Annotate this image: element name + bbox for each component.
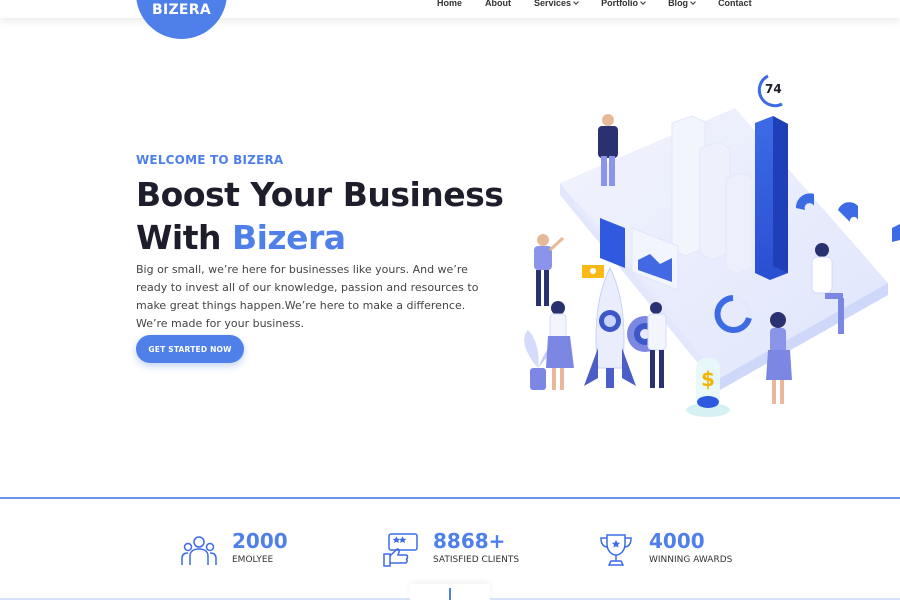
nav-label: Home bbox=[437, 0, 463, 8]
nav-label: About bbox=[485, 0, 512, 8]
stat-label: SATISFIED CLIENTS bbox=[433, 555, 520, 565]
stat-text: 8868+ SATISFIED CLIENTS bbox=[433, 530, 519, 565]
brand-logo[interactable]: BIZERA bbox=[136, 0, 227, 39]
hero-welcome: WELCOME TO BIZERA bbox=[136, 153, 284, 167]
hero-title: Boost Your Business With Bizera bbox=[136, 173, 504, 259]
nav-item-services[interactable]: Services bbox=[534, 0, 579, 10]
nav-label: Blog bbox=[668, 0, 689, 8]
chevron-down-icon bbox=[640, 0, 646, 5]
nav-item-portfolio[interactable]: Portfolio bbox=[601, 0, 646, 10]
hero-title-line2-prefix: With bbox=[136, 218, 232, 257]
stat-text: 4000 WINNING AWARDS bbox=[649, 530, 732, 565]
nav-item-home[interactable]: Home bbox=[437, 0, 462, 10]
hero-title-accent: Bizera bbox=[231, 218, 346, 257]
stat-value: 4000 bbox=[649, 529, 705, 553]
nav-label: Services bbox=[534, 0, 572, 8]
hero-title-line1: Boost Your Business bbox=[136, 175, 504, 214]
person-icon bbox=[647, 302, 667, 388]
stat-employees: 2000 EMOLYEE bbox=[181, 530, 288, 568]
chevron-down-icon bbox=[690, 0, 696, 5]
stat-label: WINNING AWARDS bbox=[649, 555, 733, 565]
nav-label: Portfolio bbox=[601, 0, 639, 8]
section-divider bbox=[0, 497, 900, 499]
nav-label: Contact bbox=[718, 0, 752, 8]
person-woman-icon bbox=[546, 301, 574, 390]
landing-page: BIZERA Home About Services Portfolio Blo… bbox=[0, 0, 900, 600]
nav-item-contact[interactable]: Contact bbox=[718, 0, 752, 10]
tab-indicator bbox=[449, 588, 451, 600]
get-started-button[interactable]: GET STARTED NOW bbox=[136, 335, 244, 363]
stat-awards: 4000 WINNING AWARDS bbox=[598, 530, 732, 568]
svg-text:$: $ bbox=[701, 367, 715, 391]
stat-value: 8868+ bbox=[433, 529, 506, 553]
stat-label: EMOLYEE bbox=[232, 555, 274, 565]
gauge-icon: 74 bbox=[757, 74, 783, 108]
team-icon bbox=[181, 536, 217, 565]
nav-item-about[interactable]: About bbox=[485, 0, 511, 10]
chevron-down-icon bbox=[573, 0, 579, 5]
pie-segment-icon bbox=[838, 202, 858, 222]
main-nav: Home About Services Portfolio Blog Conta… bbox=[437, 0, 752, 10]
gauge-value: 74 bbox=[765, 82, 782, 96]
thumbs-up-rating-icon bbox=[383, 533, 418, 567]
stat-value: 2000 bbox=[232, 529, 288, 553]
person-pointing-icon bbox=[534, 234, 565, 306]
next-section-tab bbox=[410, 584, 490, 600]
trophy-icon bbox=[600, 534, 632, 566]
hero-illustration: 74 $ bbox=[524, 74, 900, 417]
hero-description: Big or small, we’re here for businesses … bbox=[136, 263, 479, 330]
stat-text: 2000 EMOLYEE bbox=[232, 530, 288, 565]
brand-logo-text: BIZERA bbox=[151, 2, 211, 18]
stat-clients: 8868+ SATISFIED CLIENTS bbox=[382, 530, 519, 568]
nav-item-blog[interactable]: Blog bbox=[668, 0, 696, 10]
